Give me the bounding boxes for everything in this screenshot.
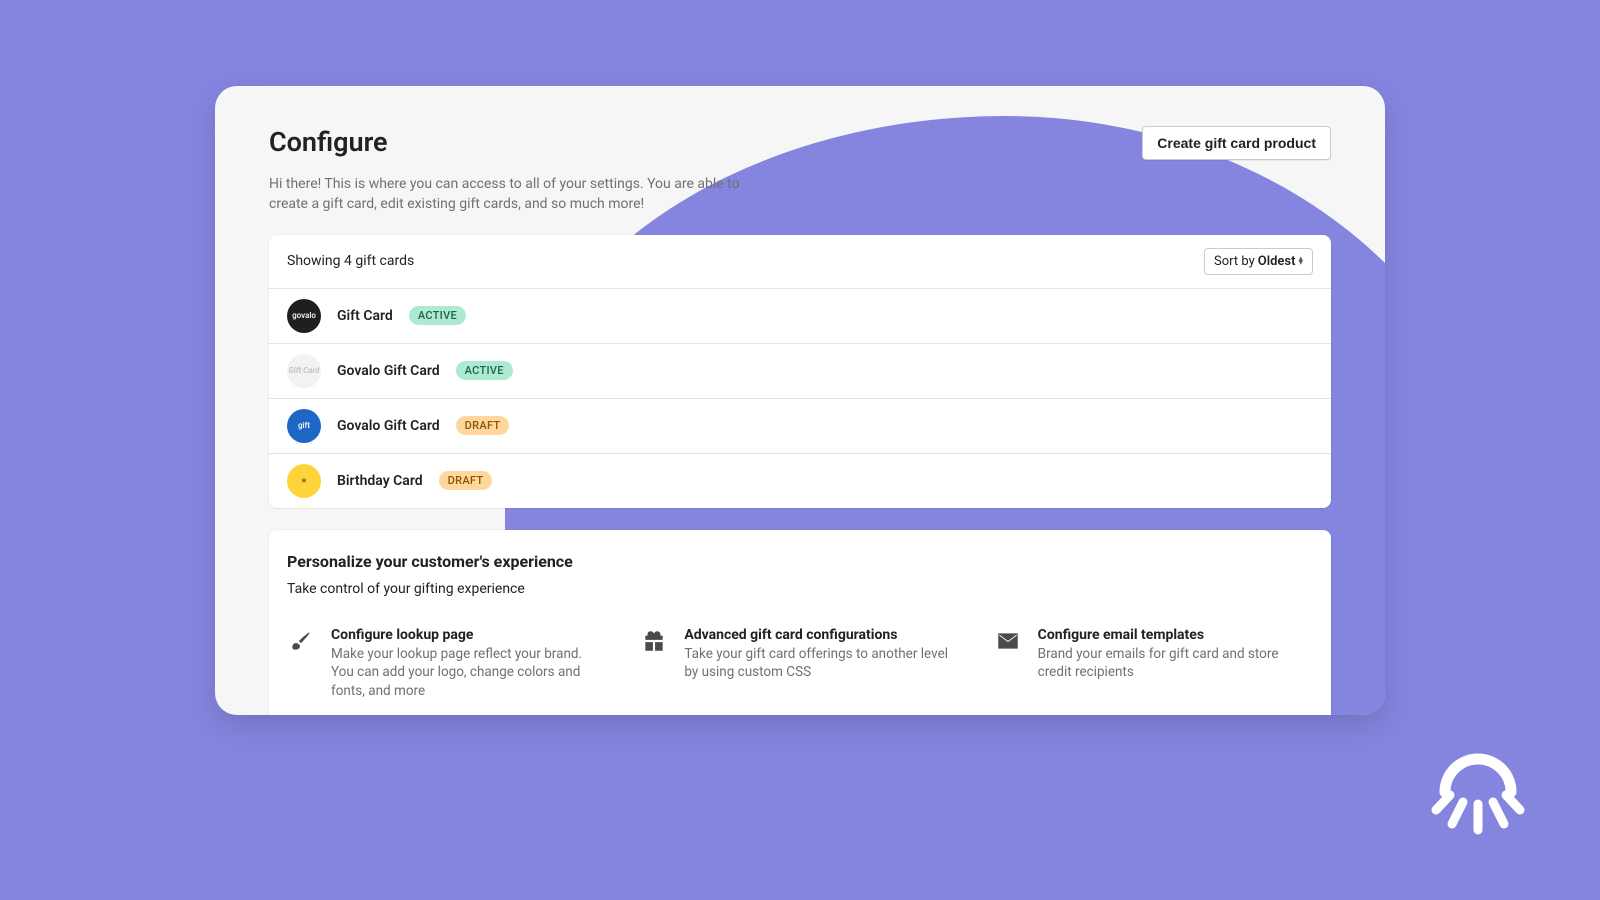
feature-item[interactable]: Advanced gift card configurations Take yo… [640,627,959,702]
feature-description: Brand your emails for gift card and stor… [1038,645,1313,683]
row-avatar: gift [287,409,321,443]
feature-title: Advanced gift card configurations [684,627,959,643]
feature-description: Make your lookup page reflect your brand… [331,645,606,702]
sort-prefix: Sort by [1214,254,1255,269]
sort-select[interactable]: Sort by Oldest ▴▾ [1204,248,1313,275]
app-window: Configure Create gift card product Hi th… [215,86,1385,715]
showing-count: Showing 4 gift cards [287,253,414,269]
row-name: Gift Card [337,308,393,324]
brand-logo-icon [1428,742,1528,842]
gift-card-row[interactable]: govalo Gift Card ACTIVE [269,288,1331,343]
gift-card-row[interactable]: gift Govalo Gift Card DRAFT [269,398,1331,453]
status-badge: DRAFT [439,471,493,490]
row-avatar: Gift Card [287,354,321,388]
status-badge: ACTIVE [456,361,513,380]
sort-value: Oldest [1258,254,1296,269]
row-avatar: ★ [287,464,321,498]
feature-title: Configure email templates [1038,627,1313,643]
feature-text: Configure lookup page Make your lookup pa… [331,627,606,702]
personalize-card: Personalize your customer's experience T… [269,530,1331,715]
page-subtitle: Hi there! This is where you can access t… [269,174,749,215]
brush-icon [287,627,315,655]
gift-card-list-card: Showing 4 gift cards Sort by Oldest ▴▾ g… [269,235,1331,508]
status-badge: DRAFT [456,416,510,435]
feature-title: Configure lookup page [331,627,606,643]
content-area: Configure Create gift card product Hi th… [215,86,1385,715]
feature-text: Configure email templates Brand your emai… [1038,627,1313,683]
row-name: Govalo Gift Card [337,418,440,434]
gift-icon [640,627,668,655]
row-name: Govalo Gift Card [337,363,440,379]
sort-caret-icon: ▴▾ [1298,257,1303,266]
personalize-subtitle: Take control of your gifting experience [287,581,1313,597]
row-avatar: govalo [287,299,321,333]
page-title: Configure [269,126,388,158]
page-header: Configure Create gift card product [269,126,1331,160]
create-gift-card-button[interactable]: Create gift card product [1142,126,1331,160]
gift-card-row[interactable]: Gift Card Govalo Gift Card ACTIVE [269,343,1331,398]
mail-icon [994,627,1022,655]
list-header: Showing 4 gift cards Sort by Oldest ▴▾ [269,235,1331,288]
gift-card-row[interactable]: ★ Birthday Card DRAFT [269,453,1331,508]
feature-item[interactable]: Configure email templates Brand your emai… [994,627,1313,702]
personalize-title: Personalize your customer's experience [287,552,1313,571]
feature-description: Take your gift card offerings to another… [684,645,959,683]
gift-card-rows: govalo Gift Card ACTIVE Gift Card Govalo Gif… [269,288,1331,508]
features-grid: Configure lookup page Make your lookup pa… [287,627,1313,715]
feature-item[interactable]: Configure lookup page Make your lookup pa… [287,627,606,702]
status-badge: ACTIVE [409,306,466,325]
feature-text: Advanced gift card configurations Take yo… [684,627,959,683]
row-name: Birthday Card [337,473,423,489]
